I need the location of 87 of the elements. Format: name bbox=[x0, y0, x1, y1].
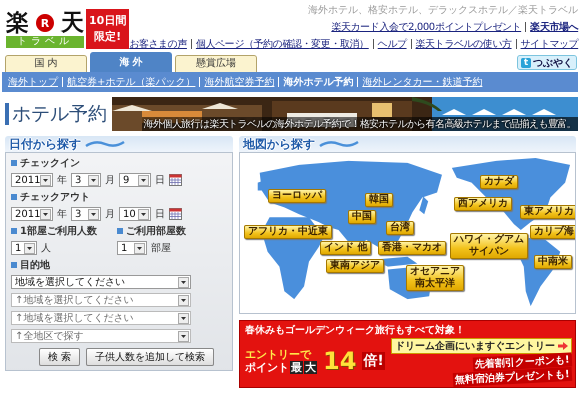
tagline: 海外ホテル、格安ホテル、デラックスホテル／楽天トラベル bbox=[308, 4, 578, 17]
unit-label: 部屋 bbox=[151, 242, 171, 255]
header-link[interactable]: 楽天カード入会で2,000ポイントプレゼント bbox=[331, 20, 522, 34]
region-button[interactable]: ハワイ・グアム サイパン bbox=[450, 233, 528, 259]
region-button[interactable]: 台湾 bbox=[386, 221, 414, 235]
region-button[interactable]: 韓国 bbox=[365, 193, 393, 207]
day-select[interactable]: 9 bbox=[119, 173, 151, 187]
logo[interactable]: 楽 R 天 トラベル bbox=[6, 10, 84, 48]
caret-icon bbox=[88, 208, 99, 220]
field-label: チェックイン bbox=[20, 157, 80, 170]
header-link[interactable]: 個人ページ（予約の確認・変更・取消） bbox=[196, 37, 369, 51]
region-button[interactable]: 東南アジア bbox=[326, 259, 384, 273]
caret-icon bbox=[178, 312, 189, 324]
section-title: 地図から探す bbox=[242, 136, 315, 152]
tweet-button[interactable]: t つぶやく bbox=[517, 55, 577, 70]
region-select[interactable]: 地域を選択してください bbox=[11, 275, 191, 289]
field-label: ご利用部屋数 bbox=[126, 224, 186, 238]
caret-icon bbox=[178, 330, 189, 342]
caret-icon bbox=[178, 294, 189, 306]
unit-label: 日 bbox=[155, 174, 165, 187]
bullet-icon bbox=[11, 160, 17, 166]
promo-text: ポイント bbox=[245, 361, 289, 374]
bullet-icon bbox=[11, 194, 17, 200]
region-button[interactable]: ヨーロッパ bbox=[268, 189, 326, 203]
tab[interactable]: 懸賞広場 bbox=[175, 55, 257, 72]
region-button[interactable]: 中国 bbox=[348, 210, 376, 224]
caret-icon bbox=[40, 174, 52, 186]
bullet-icon bbox=[11, 262, 17, 268]
field-label: 1部屋ご利用人数 bbox=[20, 224, 97, 238]
caret-icon bbox=[138, 208, 149, 220]
month-select[interactable]: 3 bbox=[71, 207, 101, 221]
region-button[interactable]: カリブ海 bbox=[530, 225, 575, 239]
promo-number: 14 bbox=[323, 346, 356, 376]
caret-icon bbox=[40, 208, 52, 220]
field-label: チェックアウト bbox=[20, 191, 90, 204]
wave-icon bbox=[85, 139, 125, 149]
region-button[interactable]: オセアニア 南太平洋 bbox=[406, 265, 464, 291]
search-button[interactable]: 子供人数を追加して検索 bbox=[86, 348, 214, 366]
header-link[interactable]: お客さまの声 bbox=[129, 37, 187, 51]
caret-icon bbox=[24, 242, 35, 254]
promo-text: 大 bbox=[304, 361, 317, 374]
search-button[interactable]: 検 索 bbox=[39, 348, 80, 366]
caret-icon bbox=[134, 242, 145, 254]
month-select[interactable]: 3 bbox=[71, 173, 101, 187]
unit-label: 人 bbox=[41, 242, 51, 255]
promo-headline: 春休みもゴールデンウィーク旅行もすべて対象！ bbox=[245, 323, 466, 337]
caret-icon bbox=[138, 174, 149, 186]
entry-link[interactable]: ドリーム企画にいますぐエントリー bbox=[390, 338, 572, 354]
field-label: 目的地 bbox=[20, 258, 50, 272]
region-button[interactable]: 西アメリカ bbox=[454, 197, 512, 211]
guests-select[interactable]: 1 bbox=[11, 241, 37, 255]
caret-icon bbox=[88, 174, 99, 186]
promo-text: エントリーで bbox=[245, 348, 312, 361]
year-select[interactable]: 2011 bbox=[11, 173, 53, 187]
promo-text: 最 bbox=[290, 361, 303, 374]
region-button[interactable]: カナダ bbox=[480, 175, 518, 189]
header-link[interactable]: 楽天トラベルの使い方 bbox=[416, 37, 512, 51]
region-button[interactable]: 中南米 bbox=[534, 255, 572, 269]
calendar-icon[interactable] bbox=[169, 208, 182, 220]
wave-icon bbox=[319, 139, 359, 149]
bullet-icon bbox=[117, 228, 123, 234]
promo-text: 倍! bbox=[362, 352, 385, 370]
day-select[interactable]: 10 bbox=[119, 207, 151, 221]
tab[interactable]: 国 内 bbox=[5, 55, 87, 72]
bullet-icon bbox=[11, 228, 17, 234]
region-button[interactable]: 香港・マカオ bbox=[378, 241, 446, 255]
page-title: ホテル予約 bbox=[5, 103, 104, 125]
unit-label: 日 bbox=[155, 208, 165, 221]
unit-label: 月 bbox=[105, 174, 115, 187]
year-select[interactable]: 2011 bbox=[11, 207, 53, 221]
region-button[interactable]: 東アメリカ bbox=[520, 205, 575, 219]
unit-label: 年 bbox=[57, 208, 67, 221]
unit-label: 月 bbox=[105, 208, 115, 221]
header-link[interactable]: サイトマップ bbox=[520, 37, 578, 51]
promo-badge: 10日間 限定! bbox=[86, 9, 130, 49]
region-button[interactable]: アフリカ・中近東 bbox=[244, 225, 332, 239]
promo-banner[interactable]: 春休みもゴールデンウィーク旅行もすべて対象！ エントリーで ポイント 最 大 14 倍! ドリーム企画にいますぐエントリー 先着割引クーポンも! 無料宿泊券プレゼントも! bbox=[239, 320, 576, 388]
header-link[interactable]: 楽天市場へ bbox=[530, 20, 578, 34]
calendar-icon[interactable] bbox=[169, 174, 182, 186]
caret-icon bbox=[178, 276, 189, 288]
rooms-select[interactable]: 1 bbox=[117, 241, 147, 255]
section-title: 日付から探す bbox=[8, 136, 81, 152]
region-button[interactable]: インド 他 bbox=[320, 241, 372, 255]
unit-label: 年 bbox=[57, 174, 67, 187]
arrow-icon bbox=[558, 342, 568, 350]
tab[interactable]: 海 外 bbox=[90, 52, 172, 72]
header-link[interactable]: ヘルプ bbox=[378, 37, 407, 51]
